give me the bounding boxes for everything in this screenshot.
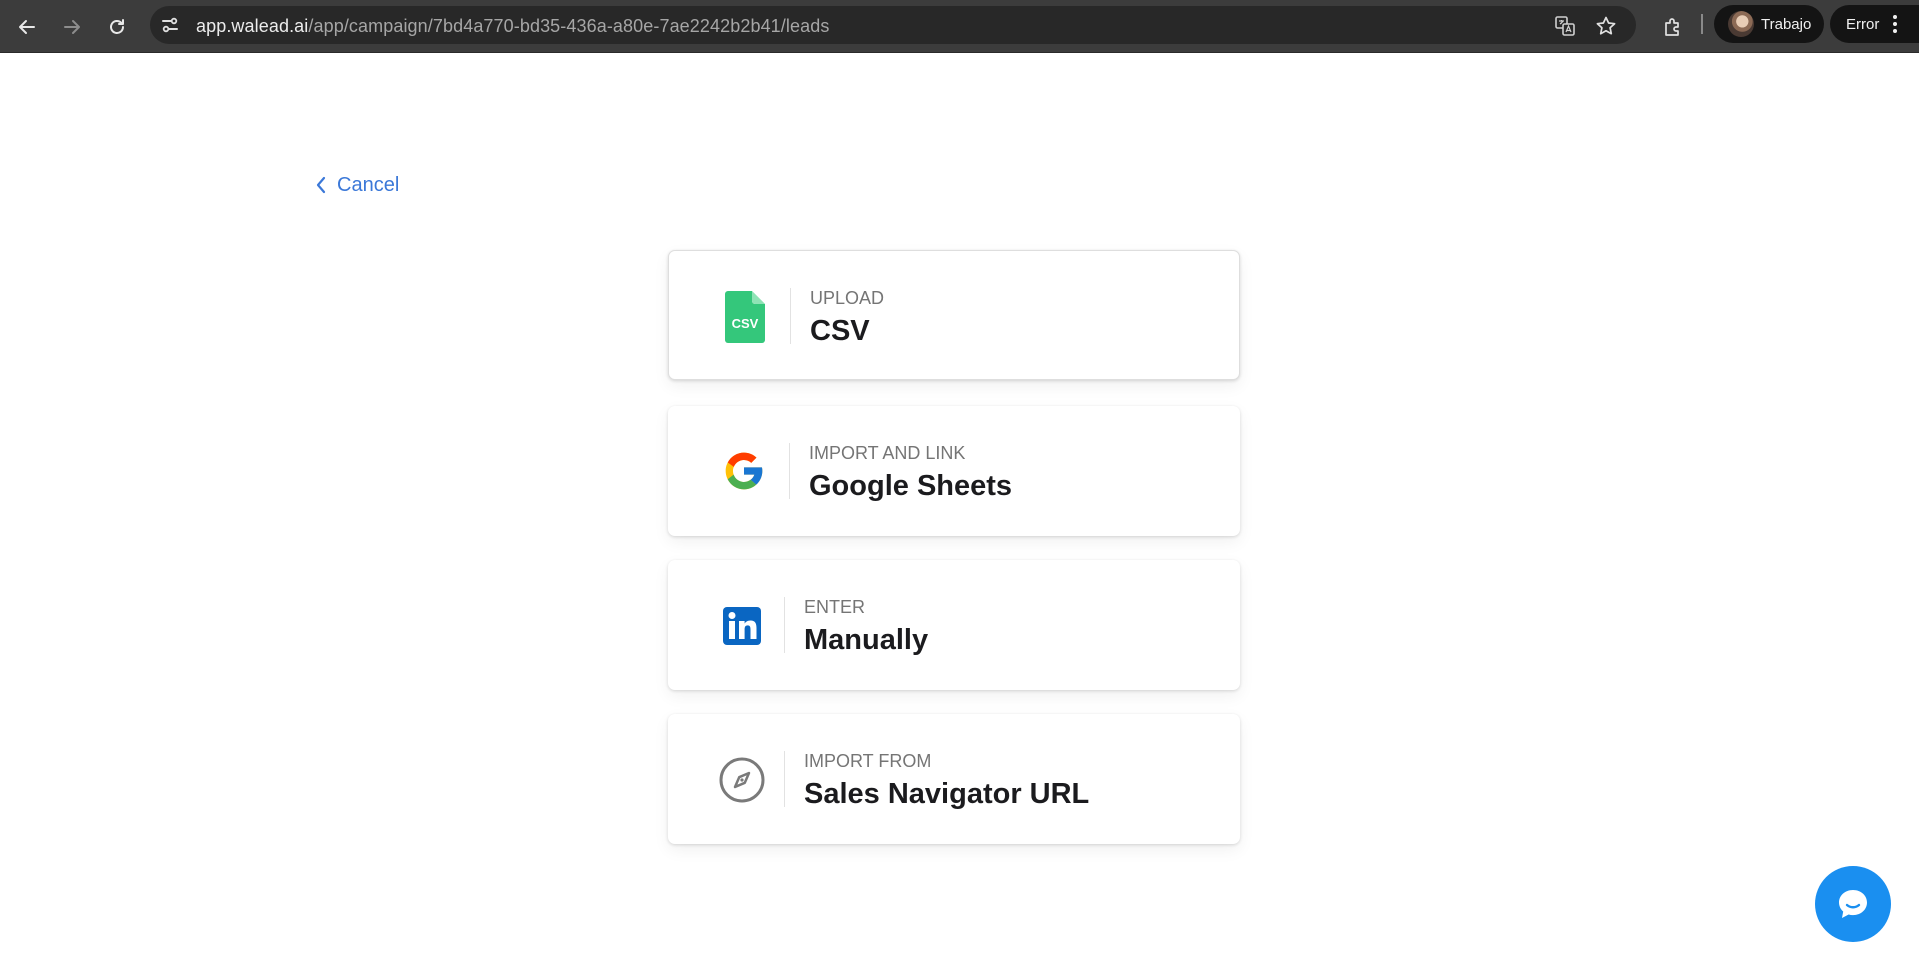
forward-button[interactable] (55, 10, 89, 44)
extensions-button[interactable] (1656, 10, 1690, 44)
reload-button[interactable] (100, 10, 134, 44)
option-title: Manually (804, 624, 929, 656)
linkedin-icon (723, 607, 761, 645)
option-title: Google Sheets (809, 470, 1013, 502)
browser-menu-button[interactable]: Error (1830, 5, 1919, 43)
card-divider (784, 751, 785, 807)
chat-bubble-icon (1839, 890, 1867, 918)
card-text: IMPORT FROM Sales Navigator URL (804, 750, 1089, 812)
arrow-left-icon (19, 20, 35, 34)
url-text[interactable]: app.walead.ai/app/campaign/7bd4a770-bd35… (196, 16, 829, 37)
sales-navigator-option[interactable]: IMPORT FROM Sales Navigator URL (668, 714, 1240, 844)
option-title: Sales Navigator URL (804, 778, 1090, 810)
cancel-label: Cancel (337, 173, 400, 196)
translate-icon (1555, 16, 1575, 36)
google-icon (722, 449, 766, 493)
toolbar-separator (1701, 14, 1703, 34)
url-host: app.walead.ai (196, 16, 309, 36)
site-settings-icon (162, 17, 178, 33)
card-text: ENTER Manually (804, 596, 928, 658)
card-divider (789, 443, 790, 499)
google-sheets-option[interactable]: IMPORT AND LINK Google Sheets (668, 406, 1240, 536)
option-title: CSV (810, 315, 870, 347)
csv-icon-text: CSV (732, 316, 759, 331)
option-subtitle: IMPORT FROM (804, 751, 932, 771)
site-info-button[interactable] (156, 11, 184, 39)
cancel-link[interactable]: Cancel (315, 172, 399, 198)
option-subtitle: IMPORT AND LINK (809, 443, 966, 463)
error-label: Error (1846, 15, 1880, 33)
option-subtitle: ENTER (804, 597, 866, 617)
card-text: IMPORT AND LINK Google Sheets (809, 442, 1012, 504)
chat-widget-button[interactable] (1815, 866, 1891, 942)
translate-button[interactable] (1552, 13, 1578, 39)
csv-file-icon: CSV (725, 291, 765, 343)
card-divider (790, 288, 791, 344)
browser-toolbar: app.walead.ai/app/campaign/7bd4a770-bd35… (0, 0, 1919, 53)
star-icon (1596, 16, 1616, 35)
back-button[interactable] (10, 10, 44, 44)
arrow-right-icon (64, 20, 80, 34)
bookmark-button[interactable] (1593, 13, 1619, 39)
option-subtitle: UPLOAD (810, 288, 885, 308)
upload-csv-option[interactable]: CSV UPLOAD CSV (668, 250, 1240, 380)
address-bar[interactable]: app.walead.ai/app/campaign/7bd4a770-bd35… (150, 6, 1636, 44)
compass-icon (718, 756, 766, 804)
avatar (1728, 11, 1754, 37)
puzzle-icon (1665, 18, 1679, 36)
card-text: UPLOAD CSV (810, 287, 884, 349)
profile-name: Trabajo (1761, 15, 1812, 33)
card-divider (784, 597, 785, 653)
kebab-menu-icon (1893, 15, 1898, 33)
reload-icon (110, 19, 124, 34)
chevron-left-icon (316, 176, 326, 194)
url-path: /app/campaign/7bd4a770-bd35-436a-a80e-7a… (308, 16, 830, 36)
enter-manually-option[interactable]: ENTER Manually (668, 560, 1240, 690)
profile-button[interactable]: Trabajo (1714, 5, 1824, 43)
